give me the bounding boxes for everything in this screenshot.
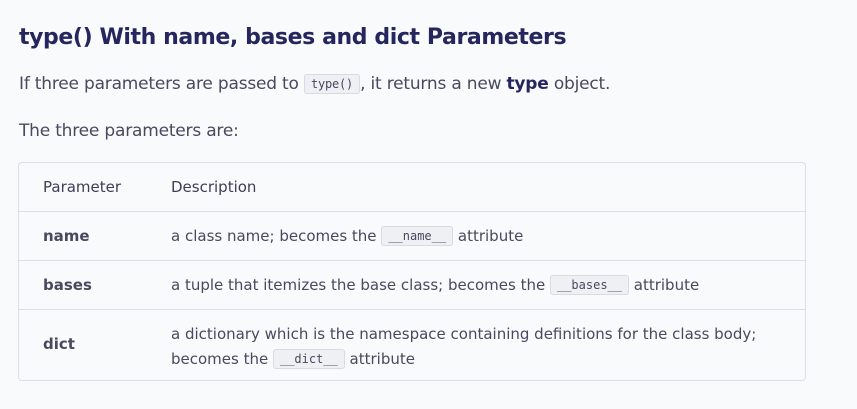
inline-code-type: type(): [303, 74, 361, 94]
parameters-intro: The three parameters are:: [19, 121, 239, 141]
inline-code: __bases__: [549, 275, 629, 295]
intro-bold-type: type: [506, 74, 549, 94]
param-description: a tuple that itemizes the base class; be…: [171, 275, 700, 295]
desc-text: a tuple that itemizes the base class; be…: [171, 276, 550, 294]
intro-text-3: object.: [548, 74, 611, 94]
header-description: Description: [171, 178, 257, 196]
inline-code: __dict__: [272, 349, 345, 369]
table-row: name a class name; becomes the __name__ …: [19, 212, 805, 261]
table-row: bases a tuple that itemizes the base cla…: [19, 261, 805, 310]
param-name: dict: [43, 335, 75, 353]
parameters-table: Parameter Description name a class name;…: [18, 162, 806, 381]
desc-text: attribute: [629, 276, 700, 294]
desc-text: a class name; becomes the: [171, 227, 382, 245]
param-description: a dictionary which is the namespace cont…: [171, 322, 791, 373]
desc-text: attribute: [453, 227, 524, 245]
intro-paragraph: If three parameters are passed to type()…: [19, 74, 610, 94]
header-parameter: Parameter: [43, 178, 122, 196]
table-header-row: Parameter Description: [19, 163, 805, 212]
table-row: dict a dictionary which is the namespace…: [19, 310, 805, 381]
intro-text-1: If three parameters are passed to: [19, 74, 304, 94]
inline-code: __name__: [381, 226, 454, 246]
section-heading: type() With name, bases and dict Paramet…: [19, 25, 567, 50]
desc-text: a dictionary which is the namespace cont…: [171, 325, 757, 368]
param-name: bases: [43, 276, 92, 294]
param-name: name: [43, 227, 90, 245]
intro-text-2: , it returns a new: [360, 74, 507, 94]
desc-text: attribute: [344, 350, 415, 368]
param-description: a class name; becomes the __name__ attri…: [171, 226, 524, 246]
